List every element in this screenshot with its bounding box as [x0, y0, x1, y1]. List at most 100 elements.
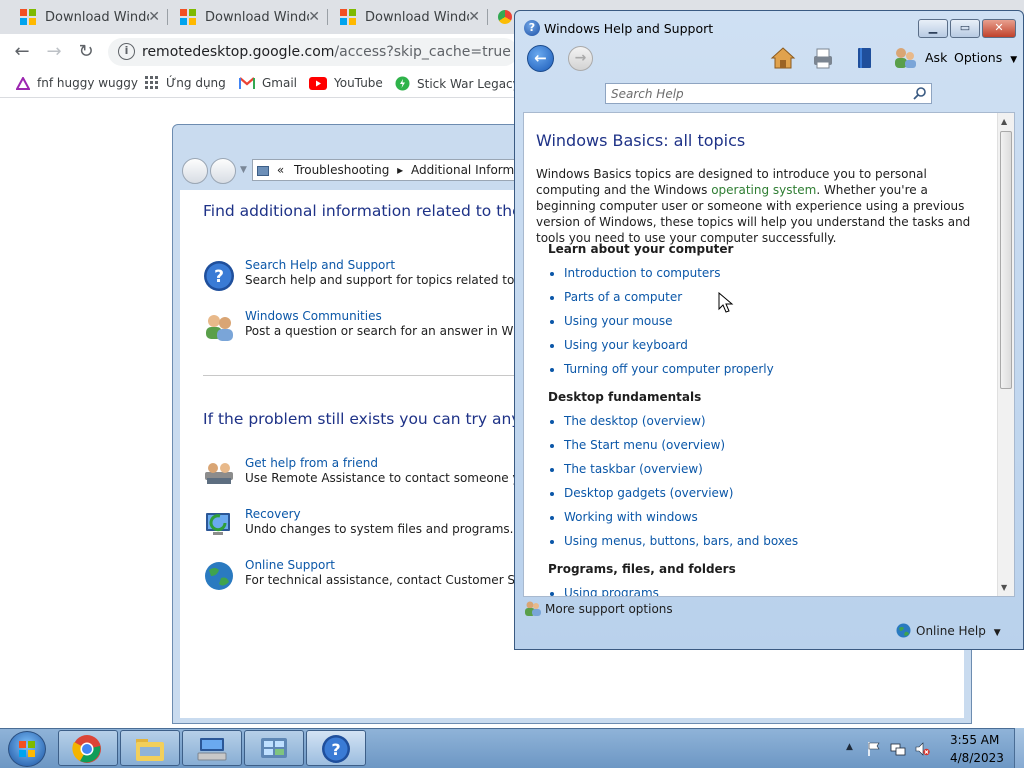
section-heading: Learn about your computer — [548, 242, 734, 256]
globe-icon — [205, 562, 233, 590]
windows-logo-icon — [19, 741, 35, 757]
back-arrow-icon[interactable] — [182, 158, 208, 184]
topic-link[interactable]: Introduction to computers — [550, 266, 720, 280]
chrome-icon — [72, 735, 101, 763]
topic-link[interactable]: Using your keyboard — [550, 338, 688, 352]
chevron-down-icon: ▼ — [1010, 55, 1018, 65]
maximize-button[interactable]: ▭ — [950, 19, 980, 38]
search-help-link[interactable]: Search Help and Support — [245, 258, 395, 272]
search-input[interactable] — [606, 84, 906, 103]
topic-link[interactable]: Desktop gadgets (overview) — [550, 486, 733, 500]
scroll-up-icon[interactable]: ▲ — [1001, 117, 1007, 126]
bullet-icon — [550, 367, 554, 372]
show-desktop-button[interactable] — [1014, 728, 1024, 768]
topic-link[interactable]: Parts of a computer — [550, 290, 682, 304]
search-icon[interactable] — [913, 86, 927, 100]
clock-time[interactable]: 3:55 AM — [950, 733, 999, 747]
vertical-scrollbar[interactable]: ▲ ▼ — [997, 113, 1014, 596]
browse-help-book-icon[interactable] — [852, 46, 878, 70]
close-button[interactable]: ✕ — [982, 19, 1016, 38]
clock-date[interactable]: 4/8/2023 — [950, 751, 1004, 765]
browser-tab[interactable]: Download Windo ✕ — [160, 0, 328, 34]
bookmark-label: fnf huggy wuggy — [37, 76, 138, 90]
forward-arrow-icon[interactable]: → — [42, 40, 66, 64]
bookmark-item[interactable]: Gmail — [239, 76, 297, 90]
topic-link[interactable]: Using your mouse — [550, 314, 672, 328]
ask-icon[interactable] — [892, 46, 918, 70]
home-icon[interactable] — [770, 46, 796, 70]
recovery-link[interactable]: Recovery — [245, 507, 301, 521]
partial-tab-icon[interactable] — [498, 10, 512, 24]
close-tab-icon[interactable]: ✕ — [148, 9, 160, 25]
breadcrumb-separator-icon: ▸ — [397, 163, 404, 177]
control-panel-icon — [261, 738, 287, 758]
windows-communities-item[interactable]: Windows Communities Post a question or s… — [203, 309, 555, 349]
section-heading: If the problem still exists you can try … — [203, 410, 562, 428]
bookmark-label: Ứng dụng — [166, 76, 226, 90]
search-help-item[interactable]: ? Search Help and Support Search help an… — [203, 258, 556, 298]
forward-arrow-icon[interactable] — [210, 158, 236, 184]
operating-system-link[interactable]: operating system — [711, 183, 816, 197]
back-arrow-icon[interactable]: ← — [10, 40, 34, 64]
chevron-down-icon[interactable]: ▼ — [240, 165, 247, 175]
browser-tab[interactable]: Download Windo ✕ — [320, 0, 488, 34]
online-help-menu[interactable]: Online Help ▼ — [916, 624, 1001, 638]
breadcrumb-item-additional-information[interactable]: Additional Informatio — [411, 163, 517, 177]
topic-link[interactable]: The taskbar (overview) — [550, 462, 703, 476]
bookmark-item[interactable]: YouTube — [309, 76, 383, 90]
volume-muted-icon[interactable] — [914, 741, 930, 757]
topic-link[interactable]: Using programs — [550, 586, 659, 596]
bullet-icon — [550, 295, 554, 300]
start-button[interactable] — [8, 731, 46, 767]
bookmark-label: Gmail — [262, 76, 298, 90]
taskbar-keyboard[interactable] — [182, 730, 242, 766]
bullet-icon — [550, 419, 554, 424]
ask-button[interactable]: Ask — [925, 50, 947, 65]
topic-label: Desktop gadgets (overview) — [564, 486, 734, 500]
taskbar-control-panel[interactable] — [244, 730, 304, 766]
back-arrow-icon[interactable]: ← — [527, 45, 554, 72]
get-help-friend-item[interactable]: Get help from a friend Use Remote Assist… — [203, 456, 556, 496]
browser-tab[interactable]: Download Windo ✕ — [0, 0, 168, 34]
scrollbar-thumb[interactable] — [1000, 131, 1012, 389]
triangle-icon — [16, 76, 30, 90]
options-menu[interactable]: Options ▼ — [954, 50, 1017, 65]
breadcrumb-item-troubleshooting[interactable]: Troubleshooting — [294, 163, 389, 177]
online-support-item[interactable]: Online Support For technical assistance,… — [203, 558, 555, 598]
address-bar[interactable]: i remotedesktop.google.com/access?skip_c… — [108, 38, 518, 66]
online-support-link[interactable]: Online Support — [245, 558, 335, 572]
search-help-field[interactable] — [605, 83, 932, 104]
topic-label: The desktop (overview) — [564, 414, 706, 428]
topic-link[interactable]: The Start menu (overview) — [550, 438, 725, 452]
network-icon[interactable] — [890, 741, 906, 757]
forward-arrow-icon[interactable]: → — [568, 46, 593, 71]
show-hidden-icons-icon[interactable]: ▲ — [846, 742, 853, 752]
windows-communities-link[interactable]: Windows Communities — [245, 309, 382, 323]
close-tab-icon[interactable]: ✕ — [468, 9, 480, 25]
action-center-flag-icon[interactable] — [866, 741, 882, 757]
breadcrumb[interactable]: « Troubleshooting ▸ Additional Informati… — [252, 159, 518, 181]
info-icon[interactable]: i — [118, 43, 135, 60]
page-title: Windows Basics: all topics — [536, 131, 746, 150]
scroll-down-icon[interactable]: ▼ — [1001, 583, 1007, 592]
taskbar-help[interactable]: ? — [306, 730, 366, 766]
bookmark-item[interactable]: fnf huggy wuggy — [16, 76, 138, 90]
globe-icon — [896, 623, 911, 638]
taskbar-chrome[interactable] — [58, 730, 118, 766]
minimize-button[interactable]: ▁ — [918, 19, 948, 38]
close-tab-icon[interactable]: ✕ — [308, 9, 320, 25]
print-icon[interactable] — [810, 46, 836, 70]
topic-link[interactable]: Using menus, buttons, bars, and boxes — [550, 534, 798, 548]
window-title: Windows Help and Support — [544, 21, 714, 36]
taskbar-explorer[interactable] — [120, 730, 180, 766]
topic-link[interactable]: Turning off your computer properly — [550, 362, 774, 376]
browser-tab-label: Download Windo — [365, 9, 469, 25]
topic-link[interactable]: Working with windows — [550, 510, 698, 524]
reload-icon[interactable]: ↻ — [74, 40, 98, 64]
more-support-options-link[interactable]: More support options — [545, 602, 673, 616]
topic-label: Working with windows — [564, 510, 698, 524]
topic-link[interactable]: The desktop (overview) — [550, 414, 706, 428]
bookmark-item[interactable]: Ứng dụng — [145, 76, 226, 90]
get-help-friend-link[interactable]: Get help from a friend — [245, 456, 378, 470]
recovery-item[interactable]: Recovery Undo changes to system files an… — [203, 507, 523, 547]
